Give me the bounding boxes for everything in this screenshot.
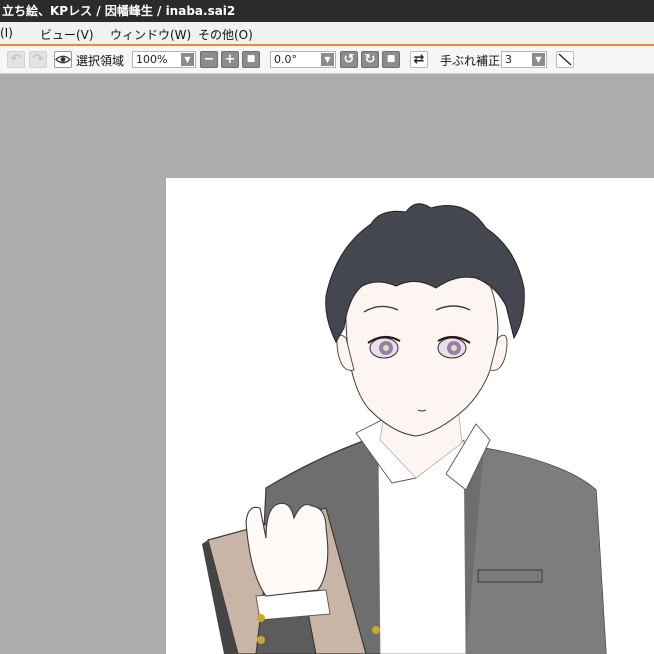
undo-button[interactable]: ↶: [7, 51, 25, 68]
rotation-value: 0.0°: [274, 53, 297, 66]
rotate-reset-icon: ■: [386, 54, 396, 64]
zoom-select[interactable]: 100% ▼: [132, 51, 196, 68]
rotate-cw-button[interactable]: ↻: [361, 51, 379, 68]
menu-item-window[interactable]: ウィンドウ(W): [110, 26, 191, 43]
menu-item-tool[interactable]: (I): [0, 26, 13, 40]
menu-item-view[interactable]: ビュー(V): [40, 26, 94, 43]
stabilizer-label: 手ぶれ補正: [440, 54, 501, 68]
drawing-canvas[interactable]: [166, 178, 654, 654]
zoom-out-icon: −: [203, 52, 215, 67]
character-illustration: [202, 203, 607, 654]
zoom-out-button[interactable]: −: [200, 51, 218, 68]
chevron-down-icon: ▼: [321, 53, 334, 66]
rotate-ccw-button[interactable]: ↺: [340, 51, 358, 68]
pen-stroke-icon: [558, 53, 572, 66]
pen-stroke-button[interactable]: [556, 51, 574, 68]
flip-button[interactable]: ⇄: [410, 51, 428, 68]
menu-item-other[interactable]: その他(O): [198, 26, 253, 43]
canvas-area[interactable]: [0, 74, 654, 654]
rotate-ccw-icon: ↺: [343, 52, 355, 67]
rotate-cw-icon: ↻: [364, 52, 376, 67]
zoom-reset-button[interactable]: ■: [242, 51, 260, 68]
redo-button[interactable]: ↷: [29, 51, 47, 68]
selection-label: 選択領域: [76, 54, 125, 68]
stabilizer-select[interactable]: 3 ▼: [501, 51, 547, 68]
flip-icon: ⇄: [413, 52, 425, 67]
selection-visibility-toggle[interactable]: [54, 51, 72, 68]
zoom-value: 100%: [136, 53, 168, 66]
chevron-down-icon: ▼: [181, 53, 194, 66]
eye-icon: [55, 55, 71, 64]
toolbar: ↶ ↷ 選択領域 100% ▼ − + ■ 0.0° ▼ ↺ ↻ ■ ⇄ 手ぶれ…: [0, 46, 654, 74]
window-title: 立ち絵、KPレス / 因幡峰生 / inaba.sai2: [0, 0, 654, 22]
rotate-reset-button[interactable]: ■: [382, 51, 400, 68]
stabilizer-value: 3: [505, 53, 512, 66]
chevron-down-icon: ▼: [532, 53, 545, 66]
undo-icon: ↶: [10, 52, 22, 67]
redo-icon: ↷: [32, 52, 44, 67]
zoom-in-button[interactable]: +: [221, 51, 239, 68]
zoom-in-icon: +: [224, 52, 236, 67]
rotation-select[interactable]: 0.0° ▼: [270, 51, 336, 68]
zoom-reset-icon: ■: [246, 54, 256, 64]
menu-bar: (I) ビュー(V) ウィンドウ(W) その他(O): [0, 22, 654, 46]
